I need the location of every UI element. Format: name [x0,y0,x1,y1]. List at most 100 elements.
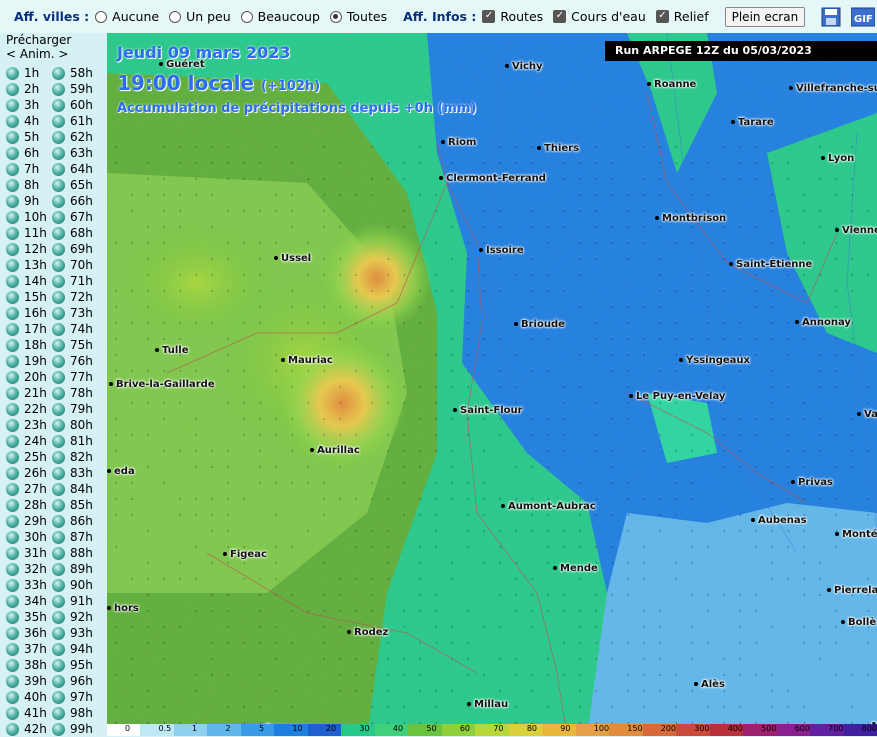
infos-option-routes[interactable]: Routes [482,9,543,24]
hour-link-36h[interactable]: 36h [6,625,47,641]
hour-link-63h[interactable]: 63h [52,145,93,161]
hour-link-70h[interactable]: 70h [52,257,93,273]
hour-link-18h[interactable]: 18h [6,337,47,353]
hour-link-87h[interactable]: 87h [52,529,93,545]
hour-link-38h[interactable]: 38h [6,657,47,673]
hour-link-65h[interactable]: 65h [52,177,93,193]
hour-link-86h[interactable]: 86h [52,513,93,529]
hour-link-7h[interactable]: 7h [6,161,39,177]
hour-link-92h[interactable]: 92h [52,609,93,625]
hour-link-31h[interactable]: 31h [6,545,47,561]
precipitation-map[interactable]: Jeudi 09 mars 2023 19:00 locale (+102h) … [107,33,877,736]
hour-link-21h[interactable]: 21h [6,385,47,401]
radio-aucune[interactable] [95,11,107,23]
hour-link-5h[interactable]: 5h [6,129,39,145]
hour-link-58h[interactable]: 58h [52,65,93,81]
hour-link-90h[interactable]: 90h [52,577,93,593]
hour-link-64h[interactable]: 64h [52,161,93,177]
hour-link-26h[interactable]: 26h [6,465,47,481]
hour-link-13h[interactable]: 13h [6,257,47,273]
hour-link-71h[interactable]: 71h [52,273,93,289]
checkbox-relief[interactable] [656,10,669,23]
floppy-disk-icon[interactable] [821,7,841,27]
hour-link-6h[interactable]: 6h [6,145,39,161]
hour-link-76h[interactable]: 76h [52,353,93,369]
hour-link-74h[interactable]: 74h [52,321,93,337]
hour-link-10h[interactable]: 10h [6,209,47,225]
radio-un-peu[interactable] [169,11,181,23]
hour-link-93h[interactable]: 93h [52,625,93,641]
hour-link-32h[interactable]: 32h [6,561,47,577]
hour-link-35h[interactable]: 35h [6,609,47,625]
checkbox-routes[interactable] [482,10,495,23]
hour-link-83h[interactable]: 83h [52,465,93,481]
hour-link-28h[interactable]: 28h [6,497,47,513]
hour-link-80h[interactable]: 80h [52,417,93,433]
hour-link-67h[interactable]: 67h [52,209,93,225]
hour-link-79h[interactable]: 79h [52,401,93,417]
hour-link-1h[interactable]: 1h [6,65,39,81]
hour-link-17h[interactable]: 17h [6,321,47,337]
hour-link-42h[interactable]: 42h [6,721,47,737]
hour-link-2h[interactable]: 2h [6,81,39,97]
hour-link-22h[interactable]: 22h [6,401,47,417]
hour-link-77h[interactable]: 77h [52,369,93,385]
hour-link-72h[interactable]: 72h [52,289,93,305]
anim-control[interactable]: < Anim. > [6,47,71,61]
hour-link-25h[interactable]: 25h [6,449,47,465]
hour-link-69h[interactable]: 69h [52,241,93,257]
hour-link-34h[interactable]: 34h [6,593,47,609]
hour-link-14h[interactable]: 14h [6,273,47,289]
hour-link-30h[interactable]: 30h [6,529,47,545]
hour-link-96h[interactable]: 96h [52,673,93,689]
hour-link-9h[interactable]: 9h [6,193,39,209]
hour-link-60h[interactable]: 60h [52,97,93,113]
hour-link-81h[interactable]: 81h [52,433,93,449]
hour-link-16h[interactable]: 16h [6,305,47,321]
hour-link-20h[interactable]: 20h [6,369,47,385]
hour-link-37h[interactable]: 37h [6,641,47,657]
hour-link-61h[interactable]: 61h [52,113,93,129]
hour-link-8h[interactable]: 8h [6,177,39,193]
hour-link-39h[interactable]: 39h [6,673,47,689]
hour-link-59h[interactable]: 59h [52,81,93,97]
radio-toutes[interactable] [330,11,342,23]
hour-link-33h[interactable]: 33h [6,577,47,593]
hour-link-15h[interactable]: 15h [6,289,47,305]
gif-export-icon[interactable]: GIF [851,7,871,27]
hour-link-99h[interactable]: 99h [52,721,93,737]
infos-option-cours-eau[interactable]: Cours d'eau [553,9,646,24]
hour-link-89h[interactable]: 89h [52,561,93,577]
hour-link-41h[interactable]: 41h [6,705,47,721]
hour-link-29h[interactable]: 29h [6,513,47,529]
hour-link-12h[interactable]: 12h [6,241,47,257]
hour-link-85h[interactable]: 85h [52,497,93,513]
hour-link-75h[interactable]: 75h [52,337,93,353]
hour-link-95h[interactable]: 95h [52,657,93,673]
checkbox-cours-eau[interactable] [553,10,566,23]
fullscreen-button[interactable]: Plein ecran [725,7,806,27]
hour-link-97h[interactable]: 97h [52,689,93,705]
hour-link-19h[interactable]: 19h [6,353,47,369]
hour-link-24h[interactable]: 24h [6,433,47,449]
radio-beaucoup[interactable] [241,11,253,23]
hour-link-78h[interactable]: 78h [52,385,93,401]
hour-link-91h[interactable]: 91h [52,593,93,609]
infos-option-relief[interactable]: Relief [656,9,709,24]
preload-link[interactable]: Précharger [6,33,71,47]
hour-link-88h[interactable]: 88h [52,545,93,561]
hour-link-82h[interactable]: 82h [52,449,93,465]
villes-option-beaucoup[interactable]: Beaucoup [241,9,320,24]
hour-link-11h[interactable]: 11h [6,225,47,241]
hour-link-98h[interactable]: 98h [52,705,93,721]
hour-link-3h[interactable]: 3h [6,97,39,113]
hour-link-94h[interactable]: 94h [52,641,93,657]
hour-link-40h[interactable]: 40h [6,689,47,705]
hour-link-4h[interactable]: 4h [6,113,39,129]
hour-link-23h[interactable]: 23h [6,417,47,433]
hour-link-73h[interactable]: 73h [52,305,93,321]
hour-link-62h[interactable]: 62h [52,129,93,145]
hour-link-66h[interactable]: 66h [52,193,93,209]
hour-link-84h[interactable]: 84h [52,481,93,497]
villes-option-toutes[interactable]: Toutes [330,9,387,24]
